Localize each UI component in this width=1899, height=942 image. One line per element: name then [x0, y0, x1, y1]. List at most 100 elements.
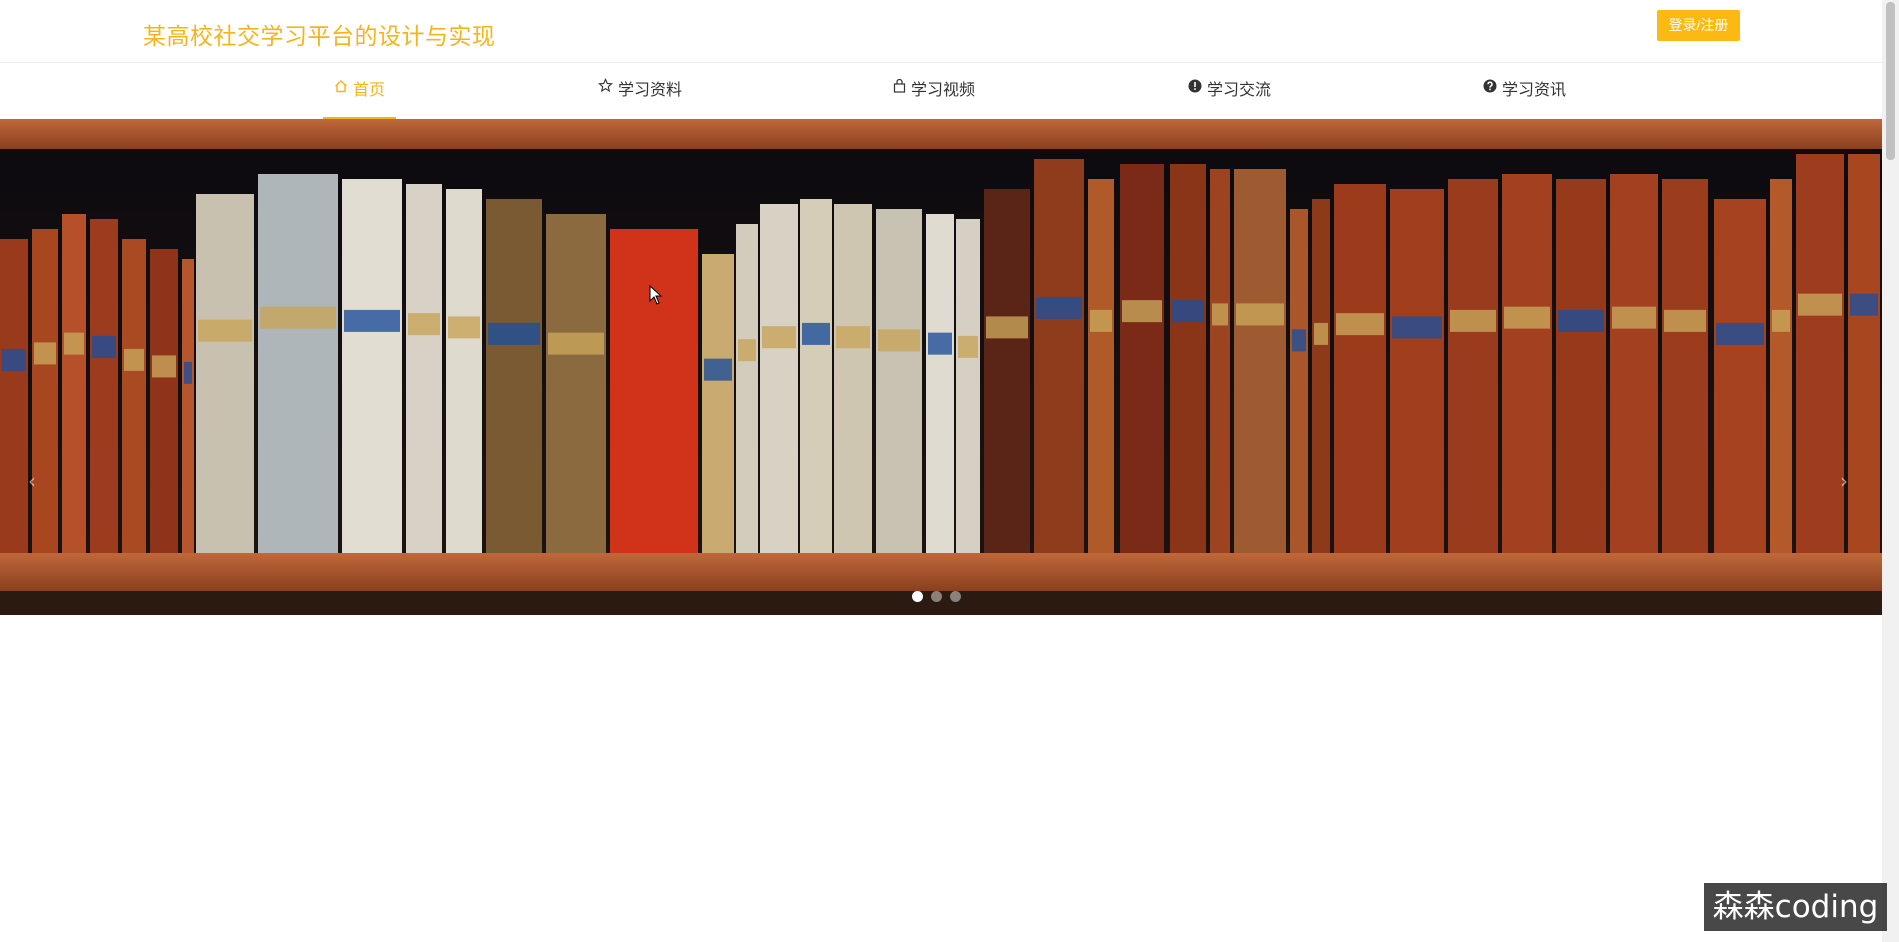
- book-spine: [1170, 164, 1206, 553]
- book-spine: [956, 219, 980, 553]
- book-label-band: [198, 319, 252, 342]
- carousel-dot[interactable]: [912, 591, 923, 602]
- book-label-band: [1450, 309, 1496, 332]
- book-label-band: [928, 332, 952, 355]
- book-label-band: [184, 361, 192, 384]
- book-label-band: [64, 332, 84, 355]
- page-scrollbar[interactable]: [1882, 0, 1899, 942]
- exclamation-circle-icon: [1188, 61, 1202, 117]
- book-label-band: [878, 329, 920, 352]
- book-spine: [610, 229, 698, 553]
- book-label-band: [1850, 293, 1878, 316]
- book-label-band: [1772, 309, 1790, 332]
- book-label-band: [1090, 309, 1112, 332]
- book-spine: [342, 179, 402, 553]
- book-label-band: [1392, 316, 1442, 339]
- book-label-band: [488, 322, 540, 345]
- book-spine: [1210, 169, 1230, 553]
- book-spine: [1610, 174, 1658, 553]
- carousel-indicators: [912, 589, 969, 607]
- book-label-band: [704, 358, 732, 381]
- book-spine: [876, 209, 922, 553]
- book-label-band: [152, 355, 176, 378]
- book-label-band: [836, 326, 870, 349]
- bag-icon: [893, 61, 906, 117]
- book-spine: [1390, 189, 1444, 553]
- book-label-band: [1612, 306, 1656, 329]
- book-label-band: [958, 335, 978, 358]
- book-label-band: [1336, 313, 1384, 336]
- nav-item-study-materials[interactable]: 学习资料: [598, 63, 682, 119]
- book-label-band: [1292, 329, 1306, 352]
- nav-item-study-videos[interactable]: 学习视频: [893, 63, 975, 119]
- book-spine: [926, 214, 954, 553]
- book-label-band: [738, 339, 756, 362]
- book-label-band: [1504, 306, 1550, 329]
- book-spine: [1796, 154, 1844, 553]
- nav-item-home[interactable]: 首页: [322, 61, 397, 119]
- book-label-band: [1664, 309, 1706, 332]
- book-spine: [1556, 179, 1606, 553]
- nav-item-study-news[interactable]: 学习资讯: [1483, 63, 1566, 119]
- nav-item-label: 学习交流: [1207, 82, 1272, 99]
- nav-item-label: 首页: [353, 82, 386, 99]
- book-label-band: [344, 309, 400, 332]
- book-label-band: [2, 348, 26, 371]
- scrollbar-thumb[interactable]: [1886, 2, 1895, 160]
- book-label-band: [124, 348, 144, 371]
- book-spine: [486, 199, 542, 553]
- book-spine: [1034, 159, 1084, 553]
- book-spine: [150, 249, 178, 553]
- book-label-band: [1122, 300, 1162, 323]
- watermark: 森森coding: [1704, 883, 1887, 931]
- book-spine: [834, 204, 872, 553]
- nav-item-study-exchange[interactable]: 学习交流: [1188, 63, 1271, 119]
- book-spine: [62, 214, 86, 553]
- question-circle-icon: [1483, 61, 1497, 117]
- book-spine: [1770, 179, 1792, 553]
- book-spine: [800, 199, 832, 553]
- book-label-band: [260, 306, 336, 329]
- book-label-band: [92, 335, 116, 358]
- book-spine: [32, 229, 58, 553]
- book-label-band: [34, 342, 56, 365]
- book-spine: [736, 224, 758, 553]
- book-spine: [1848, 154, 1880, 553]
- home-icon: [334, 61, 348, 117]
- book-label-band: [1036, 296, 1082, 319]
- top-header: 某高校社交学习平台的设计与实现 登录/注册: [0, 0, 1882, 63]
- book-spine: [1502, 174, 1552, 553]
- banner-carousel[interactable]: ‹ ›: [0, 119, 1882, 615]
- book-spine: [122, 239, 146, 553]
- book-label-band: [1236, 303, 1284, 326]
- mouse-cursor-icon: [649, 285, 663, 305]
- nav-item-label: 学习视频: [911, 82, 976, 99]
- bookshelf-image: [0, 119, 1882, 615]
- prev-slide-arrow[interactable]: ‹: [28, 469, 36, 493]
- book-label-band: [986, 316, 1028, 339]
- next-slide-arrow[interactable]: ›: [1840, 469, 1848, 493]
- book-spine: [546, 214, 606, 553]
- carousel-dot[interactable]: [931, 591, 942, 602]
- site-title: 某高校社交学习平台的设计与实现: [143, 23, 496, 49]
- book-spine: [984, 189, 1030, 553]
- book-spine: [1448, 179, 1498, 553]
- book-label-band: [1716, 322, 1764, 345]
- book-label-band: [762, 326, 796, 349]
- book-spine: [1312, 199, 1330, 553]
- main-nav: 首页 学习资料 学习视频 学习交流 学习资讯: [0, 63, 1882, 119]
- login-register-button[interactable]: 登录/注册: [1657, 10, 1740, 41]
- book-label-band: [1558, 309, 1604, 332]
- book-label-band: [1172, 300, 1204, 323]
- star-icon: [598, 61, 613, 117]
- book-spine: [702, 254, 734, 553]
- book-label-band: [1798, 293, 1842, 316]
- book-spine: [196, 194, 254, 553]
- book-label-band: [1212, 303, 1228, 326]
- book-spine: [406, 184, 442, 553]
- book-spine: [1334, 184, 1386, 553]
- carousel-dot[interactable]: [950, 591, 961, 602]
- book-spine: [182, 259, 194, 553]
- book-spine: [258, 174, 338, 553]
- book-spine: [446, 189, 482, 553]
